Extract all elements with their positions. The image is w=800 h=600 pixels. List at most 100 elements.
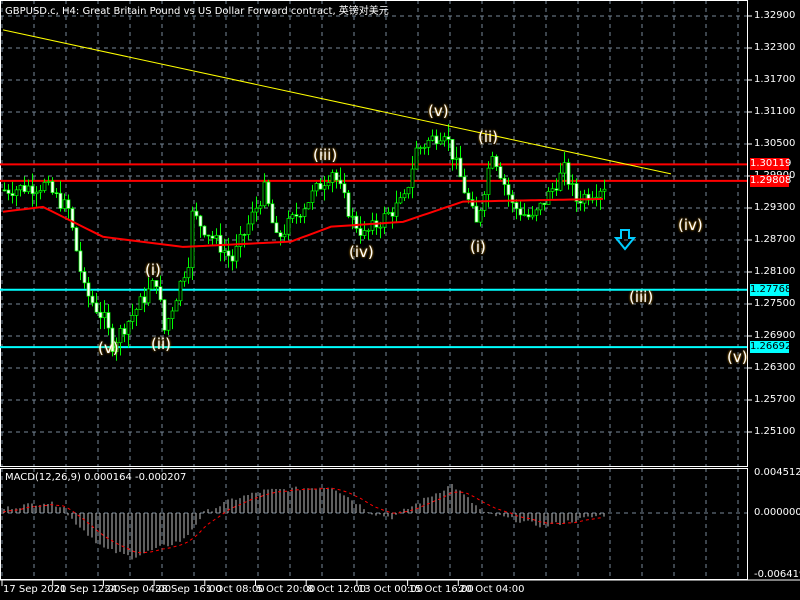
- macd-signal-line: [2, 487, 604, 554]
- candle-body: [486, 167, 491, 195]
- price-axis-label: 1.25700: [754, 394, 796, 405]
- candle-body: [422, 146, 427, 149]
- price-axis-label: 1.32900: [754, 10, 796, 21]
- macd-panel-frame: [0, 468, 748, 580]
- candle-body: [266, 181, 271, 205]
- candle-body: [542, 202, 547, 205]
- wave-label: (i): [145, 261, 161, 279]
- candle-body: [366, 229, 371, 232]
- candle-body: [174, 300, 179, 312]
- candle-body: [434, 135, 439, 145]
- candle-body: [334, 172, 339, 181]
- candle-body: [326, 182, 331, 187]
- candle-body: [418, 147, 423, 149]
- candle-body: [322, 185, 327, 190]
- level-price-tag: 1.26692: [750, 341, 792, 354]
- candle-body: [46, 181, 51, 183]
- candle-body: [130, 315, 135, 322]
- wave-label: (i): [470, 238, 486, 256]
- candle-body: [198, 215, 203, 227]
- price-axis-label: 1.27500: [754, 298, 796, 309]
- candle-body: [6, 189, 11, 194]
- chart-title: GBPUSD.c, H4: Great Britain Pound vs US …: [5, 6, 389, 17]
- candle-body: [382, 213, 387, 228]
- candle-body: [462, 176, 467, 194]
- candle-body: [506, 184, 511, 196]
- candle-body: [42, 181, 47, 191]
- candle-body: [30, 185, 35, 195]
- date-label: 20 Oct 04:00: [459, 584, 525, 595]
- candle-body: [358, 228, 363, 236]
- candle-body: [166, 318, 171, 331]
- candle-body: [318, 183, 323, 190]
- candle-body: [302, 208, 307, 217]
- wave-label: (iv): [349, 243, 374, 261]
- candle-body: [154, 280, 159, 288]
- candle-body: [230, 255, 235, 262]
- price-chart[interactable]: [0, 0, 800, 600]
- wave-label: (iv): [678, 216, 703, 234]
- candle-body: [362, 230, 367, 236]
- candle-body: [14, 189, 19, 196]
- candle-body: [454, 157, 459, 160]
- candle-body: [438, 140, 443, 145]
- price-axis-label: 1.25100: [754, 426, 796, 437]
- candle-body: [502, 177, 507, 185]
- candle-body: [178, 280, 183, 302]
- candle-body: [478, 209, 483, 223]
- candle-body: [350, 215, 355, 218]
- candle-body: [538, 202, 543, 211]
- macd-label: MACD(12,26,9) 0.000164 -0.000207: [5, 472, 187, 483]
- candle-body: [410, 168, 415, 188]
- candle-body: [146, 288, 151, 304]
- main-panel-frame: [0, 0, 748, 467]
- candle-body: [58, 192, 63, 209]
- candle-body: [194, 210, 199, 217]
- candle-body: [386, 211, 391, 215]
- candle-body: [526, 214, 531, 218]
- wave-label: (v): [727, 348, 748, 366]
- candle-body: [170, 310, 175, 319]
- candle-body: [562, 162, 567, 174]
- candle-body: [122, 328, 127, 335]
- candle-body: [78, 250, 83, 272]
- candle-body: [142, 296, 147, 304]
- price-axis-label: 1.28100: [754, 266, 796, 277]
- candle-body: [430, 135, 435, 141]
- candle-body: [106, 312, 111, 329]
- candle-body: [94, 302, 99, 313]
- candle-body: [290, 214, 295, 219]
- candle-body: [206, 234, 211, 237]
- candle-body: [162, 299, 167, 331]
- candle-body: [18, 185, 23, 191]
- candle-body: [566, 162, 571, 185]
- candle-body: [498, 166, 503, 179]
- candle-body: [258, 205, 263, 209]
- candle-body: [186, 267, 191, 279]
- candle-body: [554, 188, 559, 191]
- wave-label: (v): [98, 339, 119, 357]
- candle-body: [530, 214, 535, 218]
- candle-body: [126, 321, 131, 335]
- candle-body: [262, 181, 267, 207]
- candle-body: [98, 311, 103, 319]
- wave-label: (ii): [478, 128, 499, 146]
- candle-body: [546, 190, 551, 205]
- candle-body: [294, 214, 299, 217]
- candle-body: [214, 234, 219, 239]
- macd-scale-zero: 0.000000: [754, 507, 800, 518]
- level-price-tag: 1.29808: [750, 174, 792, 187]
- candle-body: [82, 271, 87, 284]
- candle-body: [402, 193, 407, 199]
- candle-body: [310, 190, 315, 203]
- candle-body: [398, 197, 403, 204]
- candle-body: [378, 226, 383, 229]
- price-axis-label: 1.26900: [754, 330, 796, 341]
- candle-body: [10, 193, 15, 196]
- candle-body: [446, 136, 451, 140]
- candle-body: [342, 183, 347, 194]
- wave-label: (v): [428, 102, 449, 120]
- candle-body: [234, 246, 239, 262]
- candle-body: [62, 199, 67, 209]
- candle-body: [226, 250, 231, 257]
